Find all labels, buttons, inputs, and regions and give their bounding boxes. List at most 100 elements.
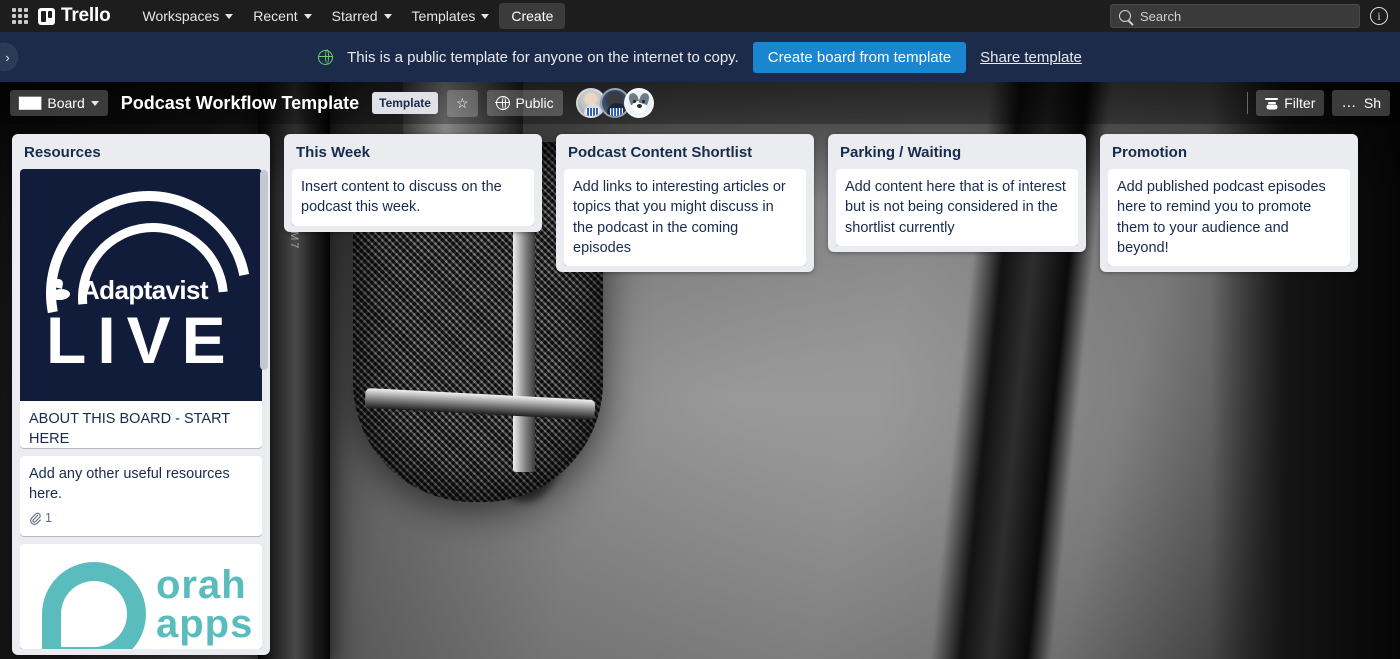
share-template-link[interactable]: Share template xyxy=(980,49,1082,66)
list-title[interactable]: Parking / Waiting xyxy=(836,142,1082,169)
list-cards: Add published podcast episodes here to r… xyxy=(1108,169,1354,266)
nav-item-starred-label: Starred xyxy=(332,8,378,24)
ellipsis-icon: … xyxy=(1341,99,1358,107)
card-cover-adaptavist-live: Adaptavist LIVE xyxy=(20,169,262,401)
filter-button[interactable]: Filter xyxy=(1256,90,1324,116)
premium-badge-icon xyxy=(586,108,599,117)
card-body: ABOUT THIS BOARD - START HERE 3 xyxy=(20,401,262,448)
trello-mark-icon xyxy=(38,8,55,25)
search-box[interactable] xyxy=(1110,4,1360,28)
nav-item-templates-label: Templates xyxy=(412,8,476,24)
chevron-down-icon xyxy=(225,14,233,19)
orah-ring-icon xyxy=(42,562,146,649)
chevron-down-icon xyxy=(481,14,489,19)
list-cards: Adaptavist LIVE ABOUT THIS BOARD - START… xyxy=(20,169,266,649)
filter-label: Filter xyxy=(1284,95,1315,111)
public-template-banner: › This is a public template for anyone o… xyxy=(0,32,1400,82)
nav-item-workspaces-label: Workspaces xyxy=(142,8,219,24)
adaptavist-mark-icon xyxy=(50,279,74,301)
card-title: Add any other useful resources here. xyxy=(29,464,253,505)
nav-item-templates[interactable]: Templates xyxy=(402,3,500,29)
board-canvas: Resources Adaptavist LIVE ABOUT THIS BOA… xyxy=(0,124,1400,659)
card-shortlist-1[interactable]: Add links to interesting articles or top… xyxy=(564,169,806,266)
card-title: Add content here that is of interest but… xyxy=(845,177,1069,238)
chevron-down-icon xyxy=(384,14,392,19)
board-visibility-label: Public xyxy=(516,95,554,111)
nav-item-recent[interactable]: Recent xyxy=(243,3,321,29)
create-board-from-template-button[interactable]: Create board from template xyxy=(753,42,966,73)
nav-item-recent-label: Recent xyxy=(253,8,297,24)
husky-eye-left-icon xyxy=(633,100,636,103)
nav-item-workspaces[interactable]: Workspaces xyxy=(132,3,243,29)
list-title[interactable]: Podcast Content Shortlist xyxy=(564,142,810,169)
top-navigation-bar: Trello Workspaces Recent Starred Templat… xyxy=(0,0,1400,32)
app-switcher-icon[interactable] xyxy=(12,8,28,24)
trello-wordmark: Trello xyxy=(61,5,110,27)
globe-icon xyxy=(496,96,510,110)
orah-word-line1: orah xyxy=(156,563,247,607)
list-promotion: Promotion Add published podcast episodes… xyxy=(1100,134,1358,272)
list-cards: Add links to interesting articles or top… xyxy=(564,169,810,266)
attachment-badge: 1 xyxy=(29,510,52,528)
card-this-week-1[interactable]: Insert content to discuss on the podcast… xyxy=(292,169,534,226)
template-badge[interactable]: Template xyxy=(372,92,438,114)
list-this-week: This Week Insert content to discuss on t… xyxy=(284,134,542,232)
list-scrollbar-thumb[interactable] xyxy=(260,170,268,370)
search-icon xyxy=(1119,10,1131,22)
card-orah-apps[interactable]: orah apps xyxy=(20,544,262,649)
premium-badge-icon xyxy=(610,108,623,117)
chevron-right-icon: › xyxy=(5,50,9,65)
list-parking-waiting: Parking / Waiting Add content here that … xyxy=(828,134,1086,252)
list-podcast-content-shortlist: Podcast Content Shortlist Add links to i… xyxy=(556,134,814,272)
avatar[interactable] xyxy=(624,88,654,118)
board-view-icon: ▉▉▉ xyxy=(19,97,41,110)
create-button[interactable]: Create xyxy=(499,3,565,29)
chevron-down-icon xyxy=(304,14,312,19)
board-view-switcher[interactable]: ▉▉▉ Board xyxy=(10,90,108,116)
page-title: Podcast Workflow Template xyxy=(121,93,359,114)
orah-wordmark: orah apps xyxy=(156,566,253,644)
attachment-count: 1 xyxy=(45,510,52,528)
banner-text: This is a public template for anyone on … xyxy=(347,49,739,66)
card-parking-1[interactable]: Add content here that is of interest but… xyxy=(836,169,1078,246)
board-header: ▉▉▉ Board Podcast Workflow Template Temp… xyxy=(0,82,1400,124)
husky-eye-right-icon xyxy=(642,100,645,103)
board-visibility-button[interactable]: Public xyxy=(487,90,563,116)
board-header-actions: Filter … Sh xyxy=(1247,90,1390,116)
sidebar-expand-button[interactable]: › xyxy=(0,43,18,71)
card-badges: 1 xyxy=(29,510,253,528)
top-nav-right-group: i xyxy=(1110,4,1392,28)
filter-funnel-icon xyxy=(1265,98,1278,108)
paperclip-icon xyxy=(29,512,41,525)
card-promotion-1[interactable]: Add published podcast episodes here to r… xyxy=(1108,169,1350,266)
card-title: Add published podcast episodes here to r… xyxy=(1117,177,1341,258)
list-title[interactable]: Resources xyxy=(20,142,266,169)
list-scrollbar[interactable] xyxy=(260,170,268,647)
star-board-button[interactable]: ☆ xyxy=(447,90,478,117)
trello-logo[interactable]: Trello xyxy=(38,5,110,27)
card-title: Add links to interesting articles or top… xyxy=(573,177,797,258)
card-about-this-board[interactable]: Adaptavist LIVE ABOUT THIS BOARD - START… xyxy=(20,169,262,448)
list-cards: Insert content to discuss on the podcast… xyxy=(292,169,538,226)
star-icon: ☆ xyxy=(456,95,469,112)
board-menu-label: Sh xyxy=(1364,95,1381,111)
board-menu-button[interactable]: … Sh xyxy=(1332,90,1390,116)
list-title[interactable]: Promotion xyxy=(1108,142,1354,169)
info-icon[interactable]: i xyxy=(1370,7,1388,25)
card-add-other-resources[interactable]: Add any other useful resources here. 1 xyxy=(20,456,262,536)
card-cover-orah-apps: orah apps xyxy=(20,544,262,649)
list-resources: Resources Adaptavist LIVE ABOUT THIS BOA… xyxy=(12,134,270,655)
nav-item-starred[interactable]: Starred xyxy=(322,3,402,29)
adaptavist-live-text: LIVE xyxy=(46,307,237,373)
board-view-label: Board xyxy=(47,95,84,111)
list-title[interactable]: This Week xyxy=(292,142,538,169)
board-members xyxy=(576,88,654,118)
globe-icon xyxy=(318,50,333,65)
orah-word-line2: apps xyxy=(156,602,253,646)
search-input[interactable] xyxy=(1138,8,1351,25)
chevron-down-icon xyxy=(91,101,99,106)
list-cards: Add content here that is of interest but… xyxy=(836,169,1082,246)
card-title: ABOUT THIS BOARD - START HERE xyxy=(29,409,253,448)
divider xyxy=(1247,92,1248,114)
card-title: Insert content to discuss on the podcast… xyxy=(301,177,525,218)
